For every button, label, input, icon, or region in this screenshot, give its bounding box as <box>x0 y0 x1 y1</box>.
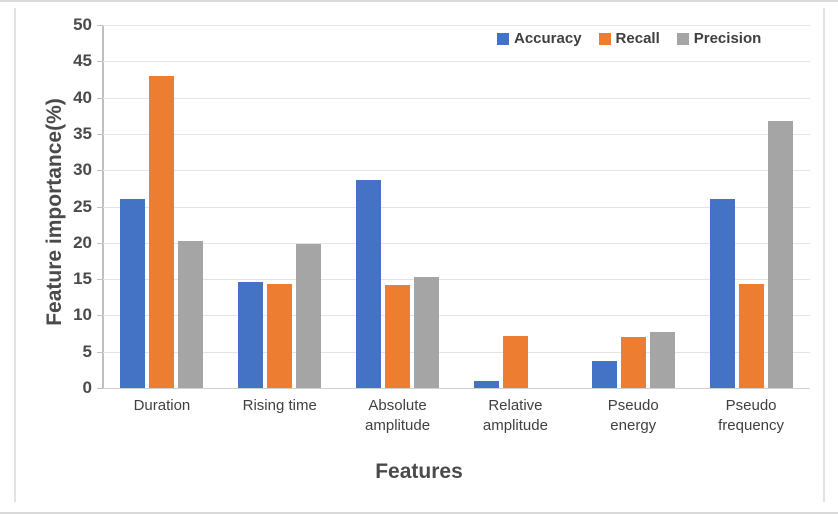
y-gridline: 5 <box>83 342 810 361</box>
y-axis-tick-label: 30 <box>73 160 92 180</box>
y-axis-tick <box>97 315 103 317</box>
chart-screenshot: Feature importance(%) 0 5 10 15 20 25 30 35 40 45… <box>0 0 838 514</box>
y-axis-tick <box>97 61 103 63</box>
bar <box>649 332 675 388</box>
x-axis-title: Features <box>375 460 463 483</box>
bar <box>767 120 793 388</box>
bar <box>502 336 528 388</box>
y-gridline: 10 <box>73 305 810 324</box>
frame-border-right <box>823 8 825 502</box>
x-axis-category-label: Absolute amplitude <box>365 397 431 434</box>
legend-item[interactable]: Accuracy <box>497 30 582 47</box>
bar <box>473 381 499 388</box>
frame-border-left <box>14 8 16 502</box>
x-axis-category-label: Duration <box>133 397 191 414</box>
legend-item[interactable]: Precision <box>676 30 762 47</box>
bar <box>385 284 411 388</box>
y-axis-tick <box>97 206 103 208</box>
legend-item[interactable]: Recall <box>598 30 660 47</box>
bar <box>709 199 735 388</box>
legend-swatch-icon <box>497 32 509 45</box>
bar <box>120 199 146 388</box>
y-axis-tick <box>97 133 103 135</box>
y-axis-tick-label: 45 <box>73 51 92 71</box>
bar <box>267 284 293 388</box>
y-axis-title: Feature importance(%) <box>43 98 66 326</box>
x-axis-category-label: Pseudo energy <box>607 397 659 434</box>
y-axis-tick-label: 0 <box>82 378 92 397</box>
y-gridline: 20 <box>73 233 810 252</box>
y-gridline: 35 <box>73 124 810 143</box>
frame-border-top <box>0 0 838 2</box>
y-axis-tick <box>97 351 103 353</box>
bar <box>178 241 204 388</box>
y-gridline: 50 <box>73 15 810 34</box>
bar <box>414 276 440 388</box>
legend-label: Accuracy <box>514 30 582 47</box>
x-axis-category-label: Rising time <box>242 397 317 414</box>
x-axis-category-label: Relative amplitude <box>482 397 548 434</box>
x-axis-category-label: Pseudo frequency <box>718 397 784 434</box>
y-axis-tick-label: 50 <box>73 15 92 34</box>
y-axis-tick <box>97 388 103 389</box>
y-axis-tick <box>97 25 103 26</box>
bar <box>296 244 322 388</box>
bar <box>149 75 175 388</box>
legend-swatch-icon <box>676 32 689 45</box>
y-axis-tick-label: 25 <box>73 196 92 216</box>
y-axis-tick-label: 35 <box>73 123 92 143</box>
bar <box>738 284 764 388</box>
bar <box>238 282 264 388</box>
y-axis-tick <box>97 242 103 244</box>
legend-swatch-icon <box>598 32 611 45</box>
y-axis-tick-label: 40 <box>73 87 92 107</box>
chart-legend: Accuracy Recall Precision <box>497 30 761 47</box>
y-gridline: 30 <box>73 160 810 179</box>
bar <box>620 337 646 388</box>
y-gridline: 40 <box>73 88 810 107</box>
y-axis-tick-label: 15 <box>73 269 92 289</box>
y-axis-tick <box>97 97 103 99</box>
y-gridline: 45 <box>73 51 810 70</box>
y-axis-tick <box>97 279 103 281</box>
y-axis-tick <box>97 170 103 172</box>
legend-label: Precision <box>693 30 762 47</box>
bar <box>356 179 382 388</box>
y-gridline: 25 <box>73 197 810 216</box>
y-gridline: 15 <box>73 269 810 288</box>
y-axis-tick-label: 20 <box>73 232 92 252</box>
y-axis-tick-label: 5 <box>82 341 92 361</box>
y-axis-tick-label: 10 <box>73 305 92 325</box>
bar <box>591 361 617 388</box>
plot-area: 0 5 10 15 20 25 30 35 40 45 50 <box>73 15 810 397</box>
legend-label: Recall <box>615 30 660 47</box>
y-gridline: 0 <box>83 378 810 397</box>
